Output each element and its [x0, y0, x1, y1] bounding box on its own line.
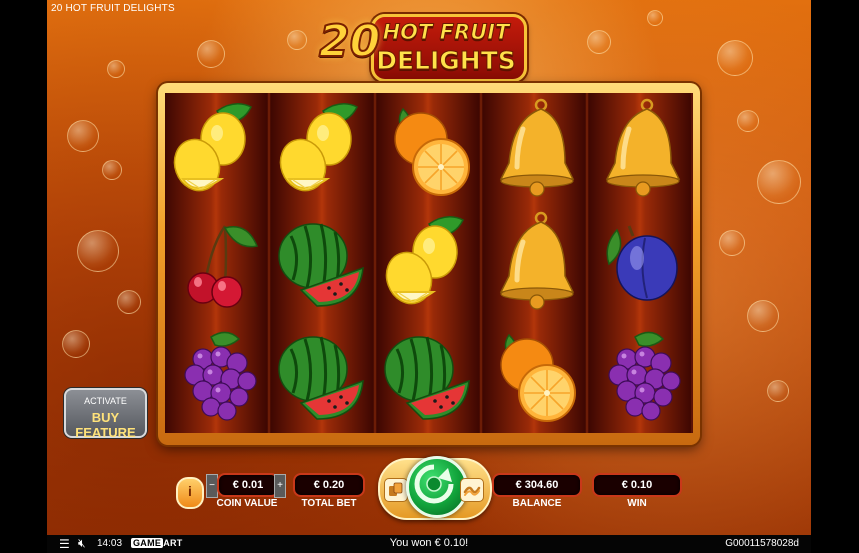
cherry-symbol [165, 206, 267, 319]
reel-5 [589, 93, 691, 433]
spin-button[interactable] [406, 456, 468, 518]
bubble-decoration [117, 290, 141, 314]
total-bet-display[interactable]: € 0.20 [293, 473, 365, 497]
lemon-symbol [165, 93, 267, 206]
logo-line-2: DELIGHTS [376, 46, 517, 76]
bubble-decoration [747, 300, 779, 332]
bubble-decoration [107, 60, 125, 78]
bubble-decoration [102, 160, 122, 180]
bubble-decoration [647, 10, 663, 26]
coin-value-label: COIN VALUE [216, 498, 278, 509]
grapes-symbol [165, 319, 267, 432]
watermelon-symbol [377, 319, 479, 432]
plum-symbol [589, 206, 691, 319]
game-stage: 20 HOT FRUIT DELIGHTS 20 HOT FRUIT DELIG… [47, 0, 811, 535]
info-button[interactable]: i [176, 477, 204, 509]
game-logo: 20 HOT FRUIT DELIGHTS [318, 12, 559, 82]
bubble-decoration [717, 40, 753, 76]
reel-4 [483, 93, 585, 433]
coin-value-display: € 0.01 [217, 473, 279, 497]
lemon-symbol [271, 93, 373, 206]
win-display: € 0.10 [592, 473, 682, 497]
lemon-symbol [377, 206, 479, 319]
bubble-decoration [719, 230, 745, 256]
round-id: G00011578028d [725, 538, 799, 549]
watermelon-symbol [271, 319, 373, 432]
orange-symbol [483, 319, 585, 432]
win-label: WIN [627, 498, 647, 509]
reel-3 [377, 93, 479, 433]
bubble-decoration [77, 230, 119, 272]
reel-2 [271, 93, 373, 433]
bubble-decoration [737, 110, 759, 132]
turbo-button[interactable] [460, 478, 484, 502]
bell-symbol [483, 206, 585, 319]
orange-symbol [377, 93, 479, 206]
total-bet-label: TOTAL BET [301, 498, 357, 509]
grapes-symbol [589, 319, 691, 432]
buy-feature-button[interactable]: ACTIVATE BUY FEATURE [64, 388, 147, 440]
autoplay-button[interactable] [384, 478, 408, 502]
logo-line-1: HOT FRUIT [382, 20, 510, 45]
bubble-decoration [287, 30, 307, 50]
game-title: 20 HOT FRUIT DELIGHTS [51, 3, 175, 14]
win-message: You won € 0.10! [389, 537, 469, 549]
bubble-decoration [62, 330, 90, 358]
balance-label: BALANCE [512, 498, 562, 509]
bubble-decoration [197, 40, 225, 68]
bell-symbol [483, 93, 585, 206]
bubble-decoration [757, 160, 801, 204]
status-bar: ☰ 🔇︎ 14:03 GAME ART You won € 0.10! G0001… [47, 535, 811, 553]
info-icon: i [188, 483, 192, 499]
watermelon-symbol [271, 206, 373, 319]
bubble-decoration [767, 380, 789, 402]
coin-value-increase-button[interactable]: + [274, 474, 286, 498]
balance-display: € 304.60 [492, 473, 582, 497]
reels-area [165, 93, 693, 433]
turbo-icon [463, 486, 481, 496]
spin-arrows-icon [414, 464, 454, 504]
reel-1 [165, 93, 267, 433]
buy-feature-line-2: BUY FEATURE [75, 410, 136, 440]
bell-symbol [589, 93, 691, 206]
bubble-decoration [67, 120, 99, 152]
bubble-decoration [587, 30, 611, 54]
autoplay-icon [389, 482, 403, 496]
buy-feature-line-1: ACTIVATE [84, 396, 127, 406]
